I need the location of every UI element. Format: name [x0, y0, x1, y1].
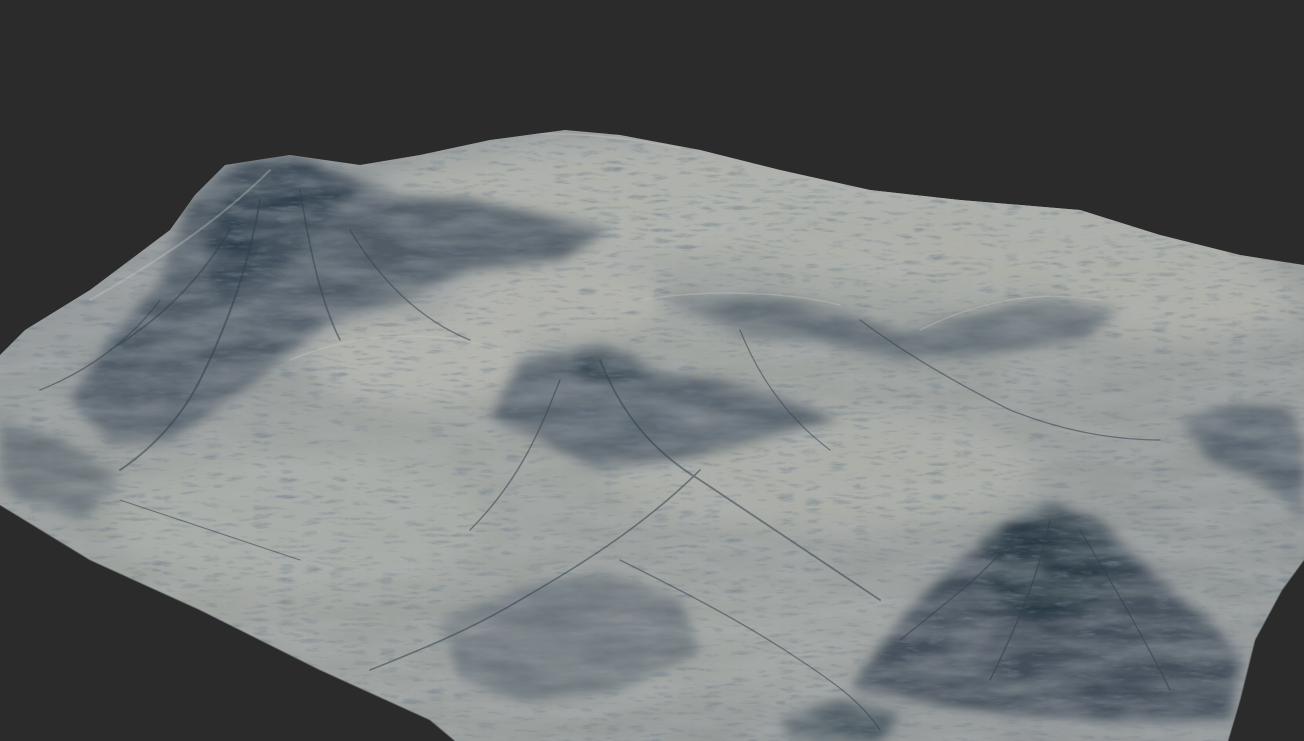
- 3d-viewport[interactable]: [0, 0, 1304, 741]
- terrain-render: [0, 0, 1304, 741]
